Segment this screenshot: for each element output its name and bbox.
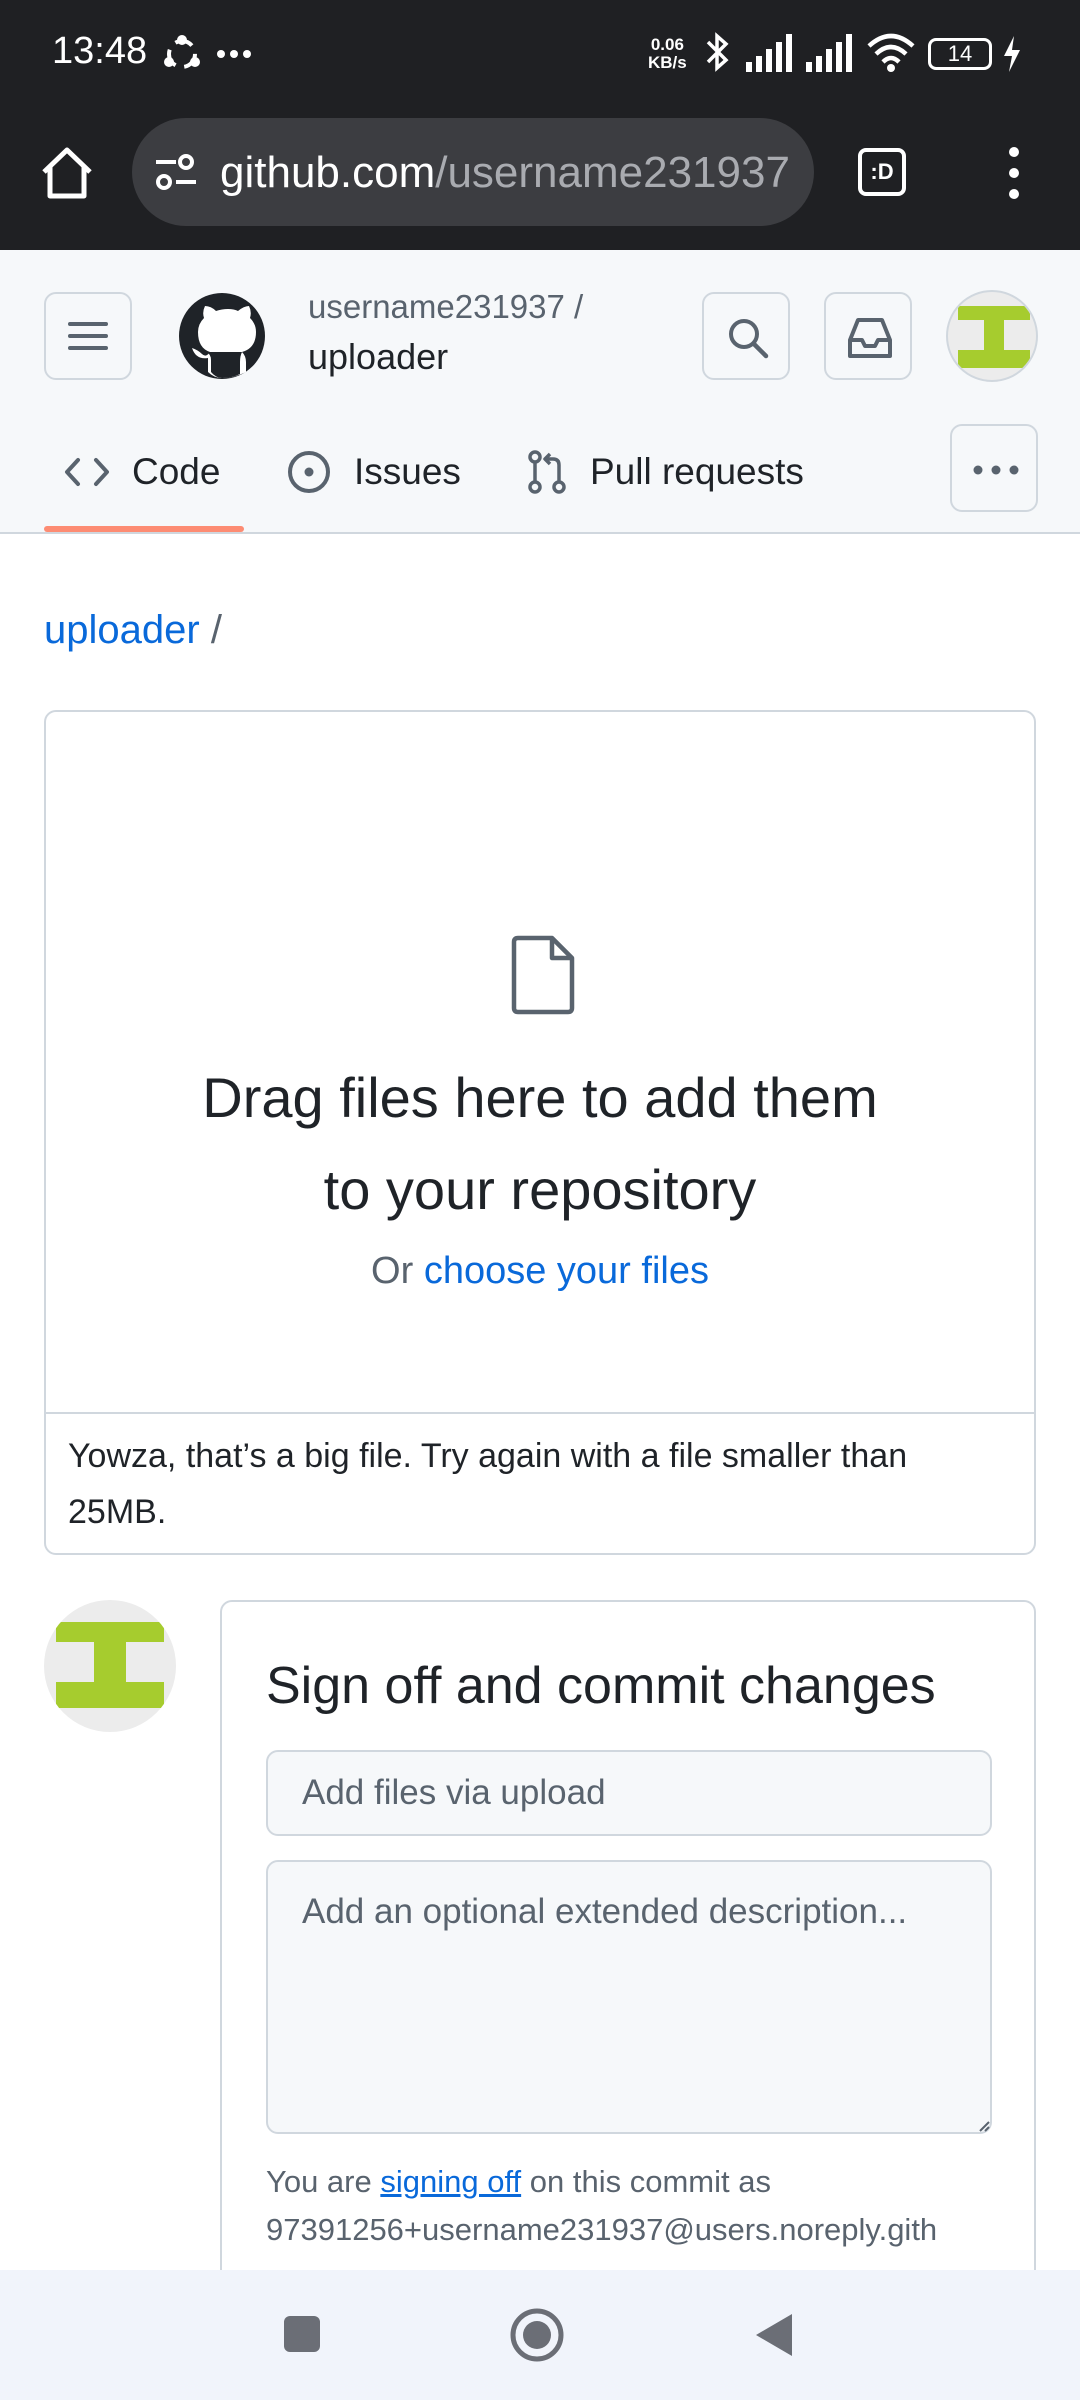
- tab-pull-requests-label: Pull requests: [590, 451, 804, 492]
- signoff-suffix: on this commit as: [529, 2164, 771, 2199]
- tab-code[interactable]: Code: [64, 420, 220, 524]
- signoff-notice: You are signing off on this commit as 97…: [266, 2158, 1006, 2254]
- breadcrumb-repo-link[interactable]: uploader: [44, 608, 200, 652]
- site-settings-icon[interactable]: [154, 152, 198, 192]
- network-speed-value: 0.06: [650, 35, 684, 54]
- signoff-prefix: You are: [266, 2164, 372, 2199]
- network-speed-unit: KB/s: [648, 53, 687, 72]
- url-text[interactable]: github.com/username231937/: [220, 148, 790, 198]
- search-icon: [729, 319, 769, 359]
- code-icon: [65, 458, 109, 486]
- choose-files-link[interactable]: choose your files: [424, 1250, 709, 1292]
- signal-icon-1: [746, 34, 792, 72]
- github-header: username231937 / uploader Code Issues Pu…: [0, 250, 1080, 534]
- tab-switcher-button[interactable]: :D: [858, 148, 906, 196]
- user-avatar-button[interactable]: [946, 290, 1038, 382]
- bluetooth-icon: [706, 32, 729, 72]
- commit-form-title: Sign off and commit changes: [266, 1657, 936, 1715]
- battery-indicator: 14: [928, 38, 992, 70]
- sync-icon: [164, 35, 200, 69]
- signoff-line-1: You are signing off on this commit as: [266, 2158, 1006, 2206]
- breadcrumb-separator: /: [210, 608, 222, 652]
- dropzone-or-line: Or choose your files: [46, 1250, 1034, 1293]
- dropzone-or-text: Or: [371, 1250, 414, 1292]
- tab-code-label: Code: [132, 451, 221, 492]
- wifi-icon: [867, 33, 915, 72]
- charging-icon: [1004, 36, 1020, 72]
- hamburger-icon: [68, 322, 108, 350]
- file-icon: [511, 935, 575, 1015]
- commit-description-textarea[interactable]: Add an optional extended description...: [266, 1860, 992, 2134]
- home-icon[interactable]: [38, 144, 96, 202]
- file-size-error: Yowza, that’s a big file. Try again with…: [68, 1437, 908, 1531]
- status-bar: 13:48 0.06 KB/s 14: [0, 0, 1080, 110]
- recents-icon[interactable]: [282, 2314, 322, 2354]
- search-button[interactable]: [702, 292, 790, 380]
- dropzone-title: Drag files here to add them to your repo…: [202, 1066, 878, 1221]
- more-notifications-icon: [217, 50, 251, 58]
- android-navigation-bar: [0, 2270, 1080, 2400]
- back-icon[interactable]: [752, 2310, 796, 2360]
- github-logo-icon[interactable]: [178, 292, 266, 380]
- breadcrumb: uploader /: [44, 608, 222, 653]
- tab-issues[interactable]: Issues: [286, 420, 461, 524]
- browser-toolbar: github.com/username231937/ :D: [0, 110, 1080, 250]
- tab-issues-label: Issues: [354, 451, 461, 492]
- identicon-avatar: [958, 306, 1030, 368]
- file-dropzone[interactable]: Drag files here to add them to your repo…: [44, 710, 1036, 1555]
- inbox-button[interactable]: [824, 292, 912, 380]
- issue-opened-icon: [288, 451, 330, 493]
- home-nav-icon[interactable]: [508, 2306, 566, 2364]
- status-time: 13:48: [52, 30, 148, 72]
- commit-author-avatar: [44, 1600, 176, 1732]
- signal-icon-2: [806, 34, 852, 72]
- dropzone-area[interactable]: Drag files here to add them to your repo…: [46, 712, 1034, 1414]
- repo-name[interactable]: uploader: [308, 336, 448, 378]
- kebab-horizontal-icon: [973, 465, 1019, 475]
- pull-request-icon: [528, 450, 566, 494]
- url-domain: github.com: [220, 148, 436, 197]
- active-tab-indicator: [44, 526, 244, 532]
- inbox-icon: [848, 318, 892, 358]
- url-path: /username231937/: [435, 148, 790, 197]
- browser-menu-icon[interactable]: [996, 146, 1032, 200]
- commit-email: 97391256+username231937@users.noreply.gi…: [266, 2212, 938, 2247]
- hamburger-menu-button[interactable]: [44, 292, 132, 380]
- tab-pull-requests[interactable]: Pull requests: [526, 420, 804, 524]
- textarea-resize-handle-icon[interactable]: [978, 2120, 990, 2132]
- identicon-avatar-large: [56, 1622, 164, 1708]
- repo-owner[interactable]: username231937 /: [308, 288, 583, 326]
- more-tabs-button[interactable]: [950, 424, 1038, 512]
- network-speed: 0.06 KB/s: [648, 36, 687, 72]
- commit-summary-input[interactable]: Add files via upload: [266, 1750, 992, 1836]
- address-bar[interactable]: github.com/username231937/: [132, 118, 814, 226]
- signing-off-link[interactable]: signing off: [380, 2164, 521, 2199]
